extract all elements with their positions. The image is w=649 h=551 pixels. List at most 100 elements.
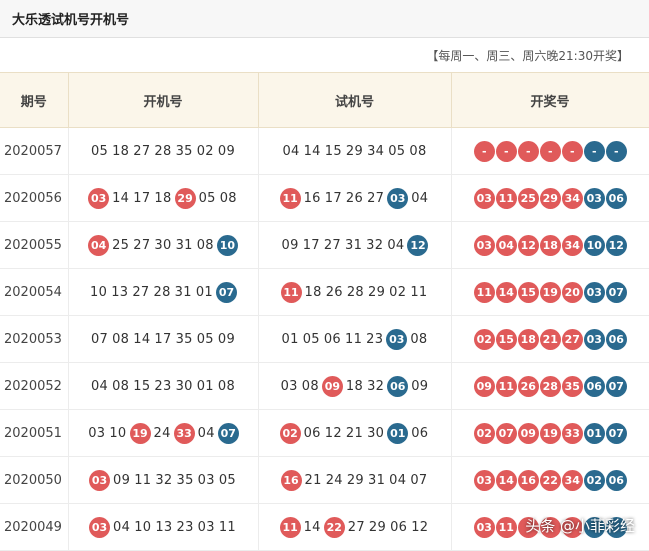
red-ball: 09	[517, 422, 539, 444]
table-row: 2020050 03 09 11 32 35 03 05 16 21 24 29 31 04 07 03 14 1…	[0, 456, 649, 504]
number: 17	[324, 190, 342, 206]
number: 30	[154, 237, 172, 253]
red-ball: 11	[495, 187, 517, 209]
table-header-row: 期号 开机号 试机号 开奖号	[0, 72, 649, 128]
number: 14	[112, 190, 130, 206]
red-ball: 29	[174, 187, 196, 209]
number: 07	[410, 472, 428, 488]
table-row: 2020051 03 10 19 24 33 04 07 02 06 12 21 30 01 06 02 07 0…	[0, 409, 649, 457]
number: 04	[282, 143, 300, 159]
shiji-cell: 02 06 12 21 30 01 06	[258, 409, 452, 457]
red-ball: -	[473, 140, 495, 162]
number: 18	[154, 190, 172, 206]
red-ball: 18	[539, 234, 561, 256]
table-row: 2020056 03 14 17 18 29 05 08 11 16 17 26 27 03 04 03 11 2…	[0, 174, 649, 222]
number: 11	[410, 284, 428, 300]
number: 09	[281, 237, 299, 253]
blue-ball: 12	[407, 234, 429, 256]
number: 21	[304, 472, 322, 488]
kaiji-cell: 03 04 10 13 23 03 11	[68, 503, 259, 551]
number: 04	[197, 425, 215, 441]
number: 16	[303, 190, 321, 206]
blue-ball: 06	[387, 375, 409, 397]
number: 02	[389, 284, 407, 300]
kaiji-cell: 04 08 15 23 30 01 08	[68, 362, 259, 410]
blue-ball: 03	[386, 328, 408, 350]
red-ball: 19	[539, 422, 561, 444]
number: 13	[155, 519, 173, 535]
number: 04	[90, 378, 109, 394]
shiji-cell: 16 21 24 29 31 04 07	[258, 456, 452, 504]
red-ball: 11	[280, 281, 302, 303]
number: 32	[366, 237, 384, 253]
number: 21	[345, 425, 364, 441]
number: 31	[175, 237, 193, 253]
table-row: 2020057 05 18 27 28 35 02 09 04 14 15 29 34 05 08- - - - -…	[0, 127, 649, 175]
red-ball: 20	[561, 281, 583, 303]
draw-schedule-note: 【每周一、周三、周六晚21:30开奖】	[426, 48, 629, 63]
red-ball: 16	[280, 469, 302, 491]
red-ball: 09	[473, 375, 495, 397]
number: 31	[174, 284, 192, 300]
period-cell: 2020054	[0, 268, 69, 316]
blue-ball: 03	[583, 187, 605, 209]
period-cell: 2020049	[0, 503, 69, 551]
number: 28	[153, 284, 171, 300]
number: 18	[345, 378, 364, 394]
number: 24	[153, 425, 171, 441]
period-cell: 2020055	[0, 221, 69, 269]
number: 31	[345, 237, 363, 253]
red-ball: 33	[173, 422, 195, 444]
number: 05	[388, 143, 406, 159]
number: 28	[154, 143, 172, 159]
kaiji-cell: 10 13 27 28 31 01 07	[68, 268, 259, 316]
red-ball: 03	[473, 187, 495, 209]
table-row: 2020053 07 08 14 17 35 05 09 01 05 06 11 23 03 08 02 15 1…	[0, 315, 649, 363]
red-ball: 22	[539, 469, 561, 491]
red-ball: 27	[561, 328, 583, 350]
blue-ball: 02	[583, 469, 605, 491]
number: 18	[304, 284, 322, 300]
red-ball: 34	[561, 469, 583, 491]
number: 23	[366, 331, 384, 347]
number: 35	[175, 331, 193, 347]
column-header-kaijiang: 开奖号	[451, 72, 649, 128]
red-ball: -	[561, 140, 583, 162]
number: 24	[325, 472, 343, 488]
kaiji-cell: 05 18 27 28 35 02 09	[68, 127, 259, 175]
number: 09	[217, 331, 236, 347]
red-ball: 21	[539, 328, 561, 350]
kaijiang-cell: 09 11 26 28 35 06 07	[451, 362, 649, 410]
red-ball: 16	[517, 469, 539, 491]
number: 14	[303, 143, 321, 159]
table-row: 2020052 04 08 15 23 30 01 08 03 08 09 18 32 06 09 09 11 2…	[0, 362, 649, 410]
red-ball: 26	[517, 375, 539, 397]
number: 09	[411, 378, 429, 394]
red-ball: 29	[539, 187, 561, 209]
blue-ball: -	[605, 140, 627, 162]
blue-ball: 06	[605, 187, 627, 209]
number: 27	[323, 237, 341, 253]
kaiji-cell: 03 14 17 18 29 05 08	[68, 174, 259, 222]
red-ball: 07	[495, 422, 517, 444]
kaijiang-cell: 03 11 25 29 34 03 06	[451, 174, 649, 222]
red-ball: 12	[517, 234, 539, 256]
number: 31	[368, 472, 386, 488]
number: 27	[133, 143, 151, 159]
number: 11	[134, 472, 152, 488]
shiji-cell: 03 08 09 18 32 06 09	[258, 362, 452, 410]
number: 25	[112, 237, 130, 253]
column-header-period: 期号	[0, 72, 69, 128]
blue-ball: -	[583, 140, 605, 162]
period-cell: 2020052	[0, 362, 69, 410]
number: 12	[411, 519, 429, 535]
number: 04	[411, 190, 429, 206]
watermark: 头条 @小菲彩经	[525, 517, 635, 535]
red-ball: 03	[473, 516, 495, 538]
column-header-shiji: 试机号	[258, 72, 452, 128]
number: 10	[134, 519, 152, 535]
blue-ball: 06	[605, 328, 627, 350]
kaiji-cell: 03 10 19 24 33 04 07	[68, 409, 259, 457]
number: 26	[345, 190, 364, 206]
red-ball: 22	[323, 516, 345, 538]
